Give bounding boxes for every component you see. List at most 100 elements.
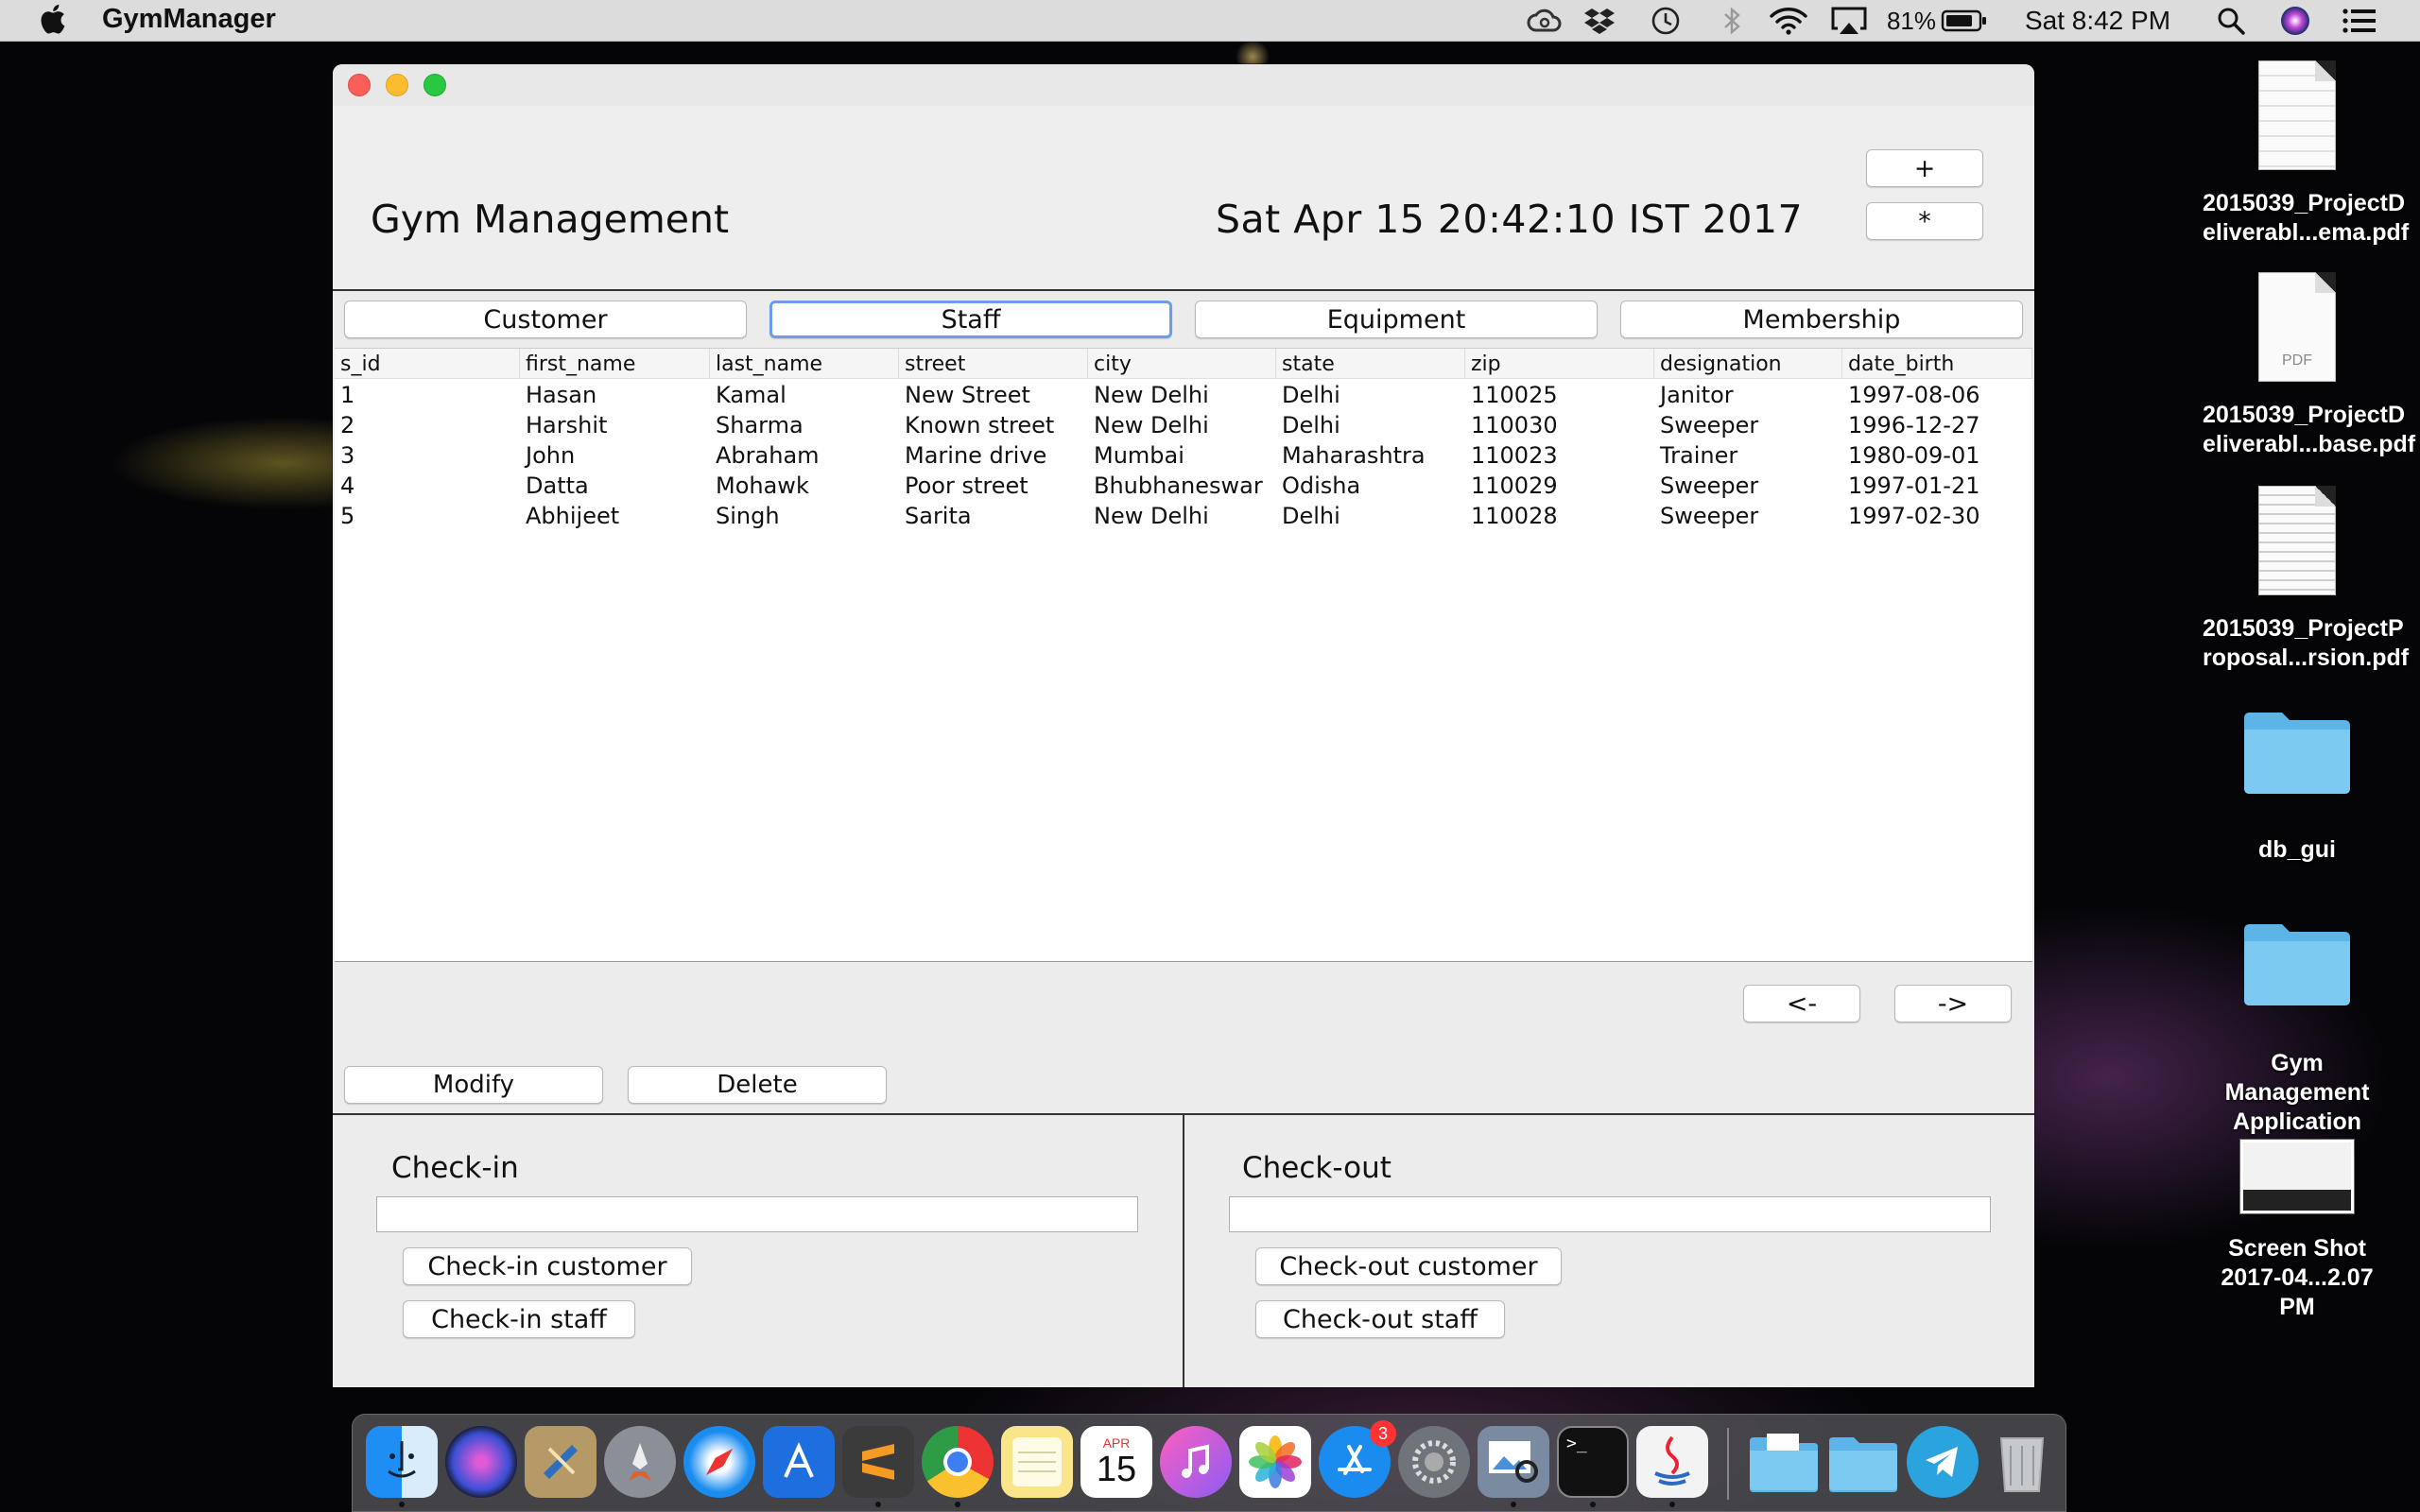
desktop-item-proposal-pdf[interactable]: 2015039_ProjectP roposal...rsion.pdf (2203, 486, 2409, 673)
trash-icon[interactable] (1986, 1426, 2058, 1498)
modify-button[interactable]: Modify (344, 1066, 603, 1104)
tab-equipment[interactable]: Equipment (1195, 301, 1598, 338)
column-header-last-name[interactable]: last_name (710, 349, 899, 379)
window-titlebar[interactable] (333, 64, 2034, 106)
table-row[interactable]: 4 Datta Mohawk Poor street Bhubhaneswar Odish… (335, 470, 2032, 500)
checkout-title: Check-out (1242, 1151, 1392, 1185)
column-header-designation[interactable]: designation (1654, 349, 1842, 379)
table-cell-state: Delhi (1282, 503, 1340, 529)
downloads-folder-icon[interactable] (1827, 1426, 1899, 1498)
table-cell-date-birth: 1997-02-30 (1848, 503, 1980, 529)
column-header-date-birth[interactable]: date_birth (1842, 349, 2032, 379)
table-cell-s-id: 1 (340, 382, 355, 408)
notes-icon[interactable] (1001, 1426, 1073, 1498)
desktop-item-schema-pdf[interactable]: 2015039_ProjectD eliverabl...ema.pdf (2203, 60, 2409, 248)
app-store-badge: 3 (1370, 1420, 1396, 1447)
star-button[interactable]: * (1866, 202, 1983, 240)
tab-customer[interactable]: Customer (344, 301, 747, 338)
sublime-text-icon[interactable] (842, 1426, 914, 1498)
creative-cloud-icon[interactable] (1524, 5, 1565, 37)
siri-icon[interactable] (2274, 5, 2316, 37)
documents-folder-icon[interactable] (1748, 1426, 1820, 1498)
zoom-window-button[interactable] (424, 74, 446, 96)
safari-icon[interactable] (683, 1426, 755, 1498)
table-cell-city: New Delhi (1094, 503, 1209, 529)
checkout-id-input[interactable] (1229, 1196, 1991, 1232)
table-cell-last-name: Mohawk (716, 472, 809, 499)
table-cell-state: Odisha (1282, 472, 1361, 499)
tab-staff[interactable]: Staff (769, 301, 1172, 338)
airplay-icon[interactable] (1828, 5, 1870, 37)
desktop-item-database-pdf[interactable]: PDF 2015039_ProjectD eliverabl...base.pd… (2203, 272, 2415, 459)
column-header-s-id[interactable]: s_id (335, 349, 520, 379)
checkin-id-input[interactable] (376, 1196, 1138, 1232)
app-menu-name[interactable]: GymManager (102, 4, 276, 35)
spotlight-search-icon[interactable] (2212, 5, 2250, 37)
desktop-item-label: Gym Management Application (2224, 1050, 2370, 1135)
system-preferences-icon[interactable] (1398, 1426, 1470, 1498)
telegram-icon[interactable] (1907, 1426, 1979, 1498)
column-header-city[interactable]: city (1088, 349, 1276, 379)
photos-icon[interactable] (1239, 1426, 1311, 1498)
terminal-icon[interactable]: >_ (1557, 1426, 1629, 1498)
table-cell-s-id: 2 (340, 412, 355, 438)
notification-center-icon[interactable] (2339, 5, 2380, 37)
check-in-out-panel: Check-in Check-in customer Check-in staf… (333, 1113, 2034, 1387)
pdf-document-icon: PDF (2258, 272, 2336, 382)
table-row[interactable]: 2 Harshit Sharma Known street New Delhi Delhi… (335, 409, 2032, 439)
table-cell-city: Bhubhaneswar (1094, 472, 1263, 499)
table-cell-zip: 110030 (1471, 412, 1558, 438)
preview-icon[interactable] (1478, 1426, 1549, 1498)
page-title: Gym Management (371, 197, 730, 242)
checkin-staff-button[interactable]: Check-in staff (403, 1300, 635, 1338)
xcode-icon[interactable] (763, 1426, 835, 1498)
table-cell-last-name: Kamal (716, 382, 786, 408)
column-header-first-name[interactable]: first_name (520, 349, 710, 379)
close-window-button[interactable] (348, 74, 371, 96)
itunes-icon[interactable] (1160, 1426, 1232, 1498)
staff-table[interactable]: s_id first_name last_name street city state zi… (335, 348, 2032, 962)
minimize-window-button[interactable] (386, 74, 408, 96)
siri-dock-icon[interactable] (445, 1426, 517, 1498)
add-button[interactable]: + (1866, 149, 1983, 187)
table-row[interactable]: 3 John Abraham Marine drive Mumbai Maharashtr… (335, 439, 2032, 470)
column-header-state[interactable]: state (1276, 349, 1465, 379)
column-header-street[interactable]: street (899, 349, 1088, 379)
time-machine-icon[interactable] (1647, 5, 1685, 37)
calendar-day: 15 (1096, 1450, 1137, 1489)
tab-membership[interactable]: Membership (1620, 301, 2023, 338)
java-icon[interactable] (1636, 1426, 1708, 1498)
desktop-item-screenshot[interactable]: Screen Shot 2017-04...2.07 PM (2203, 1140, 2392, 1322)
launchpad-icon[interactable] (604, 1426, 676, 1498)
datetime-label: Sat Apr 15 20:42:10 IST 2017 (1216, 197, 1804, 242)
menubar-clock[interactable]: Sat 8:42 PM (2017, 5, 2178, 37)
column-header-zip[interactable]: zip (1465, 349, 1654, 379)
app-store-icon[interactable]: 3 (1319, 1420, 1396, 1498)
desktop-item-label: Screen Shot 2017-04...2.07 PM (2221, 1235, 2374, 1320)
bluetooth-icon[interactable] (1713, 5, 1751, 37)
battery-percent: 81% (1886, 6, 1937, 35)
table-cell-street: New Street (905, 382, 1030, 408)
mail-icon[interactable] (525, 1426, 596, 1498)
desktop-item-gym-management-folder[interactable]: Gym Management Application (2203, 917, 2392, 1137)
desktop-item-db-gui-folder[interactable]: db_gui (2203, 705, 2392, 865)
finder-icon[interactable] (366, 1426, 438, 1498)
table-row[interactable]: 1 Hasan Kamal New Street New Delhi Delhi 11002… (335, 379, 2032, 409)
table-cell-zip: 110028 (1471, 503, 1558, 529)
checkout-customer-button[interactable]: Check-out customer (1255, 1247, 1562, 1285)
battery-icon[interactable] (1940, 5, 1989, 37)
chrome-icon[interactable] (922, 1426, 994, 1498)
apple-menu-icon[interactable] (38, 2, 66, 36)
calendar-month: APR (1102, 1435, 1131, 1451)
checkin-customer-button[interactable]: Check-in customer (403, 1247, 692, 1285)
next-page-button[interactable]: -> (1894, 985, 2012, 1022)
table-cell-city: New Delhi (1094, 412, 1209, 438)
table-cell-city: Mumbai (1094, 442, 1184, 469)
checkout-staff-button[interactable]: Check-out staff (1255, 1300, 1505, 1338)
wifi-icon[interactable] (1766, 5, 1811, 37)
table-row[interactable]: 5 Abhijeet Singh Sarita New Delhi Delhi 110028… (335, 500, 2032, 530)
calendar-icon[interactable]: APR 15 (1080, 1426, 1152, 1498)
previous-page-button[interactable]: <- (1743, 985, 1860, 1022)
dropbox-icon[interactable] (1581, 5, 1618, 37)
delete-button[interactable]: Delete (628, 1066, 887, 1104)
